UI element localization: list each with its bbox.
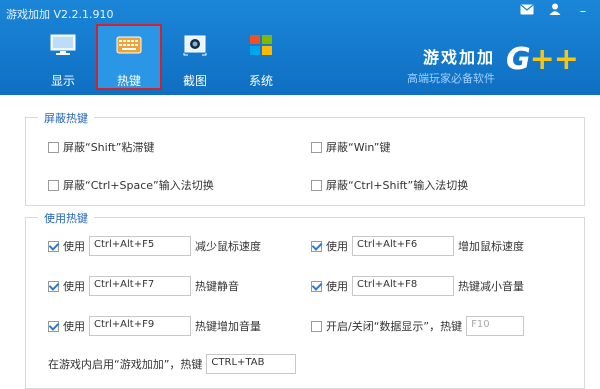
tab-label: 系统 [248, 74, 273, 88]
header-bar: 游戏加加 V2.2.1.910 – 显示 热键 截图 系统 游戏加加 高端玩家必… [0, 0, 600, 95]
logo-letter: G [506, 42, 531, 77]
tab-label: 显示 [50, 74, 75, 88]
use-hotkeys-section: 使用热键 使用 Ctrl+Alt+F5 减少鼠标速度 使用 Ctrl+Alt+F… [25, 210, 585, 389]
data-display-label: 开启/关闭“数据显示”，热键 [326, 320, 463, 333]
hotkey-row-volume-up: 使用 Ctrl+Alt+F9 热键增加音量 [48, 316, 261, 336]
tab-label: 截图 [182, 74, 207, 88]
enable-in-game-label: 在游戏内启用“游戏加加”，热键 [48, 358, 203, 371]
window-controls: – [518, 3, 592, 19]
windows-icon [248, 34, 274, 56]
app-title: 游戏加加 V2.2.1.910 [6, 8, 114, 21]
use-label: 使用 [326, 280, 348, 293]
tab-label: 热键 [116, 74, 141, 88]
hotkey-description: 减少鼠标速度 [195, 240, 261, 253]
section-title: 屏蔽热键 [38, 110, 94, 126]
logo: G++ [506, 42, 579, 77]
minimize-button[interactable]: – [574, 4, 592, 19]
shield-ctrl-space-option[interactable]: 屏蔽“Ctrl+Space”输入法切换 [48, 177, 214, 193]
hotkey-description: 热键静音 [195, 280, 239, 293]
use-label: 使用 [326, 240, 348, 253]
option-label: 屏蔽“Win”键 [326, 141, 391, 154]
hotkey-settings-panel: 屏蔽热键 屏蔽“Shift”粘滞键 屏蔽“Win”键 屏蔽“Ctrl+Space… [0, 95, 600, 389]
data-display-toggle-row: 开启/关闭“数据显示”，热键 F10 [311, 316, 528, 336]
checkbox[interactable] [311, 141, 322, 153]
checkbox[interactable] [311, 280, 322, 292]
user-icon[interactable] [546, 3, 564, 19]
option-label: 屏蔽“Shift”粘滞键 [63, 141, 155, 154]
brand-name: 游戏加加 [422, 48, 495, 67]
option-label: 屏蔽“Ctrl+Shift”输入法切换 [326, 179, 469, 192]
logo-plus: ++ [529, 42, 579, 77]
checkbox[interactable] [311, 179, 322, 191]
hotkey-row-decrease-mouse: 使用 Ctrl+Alt+F5 减少鼠标速度 [48, 236, 261, 256]
enable-in-game-hotkey-input[interactable]: CTRL+TAB [206, 354, 297, 374]
checkbox[interactable] [48, 141, 59, 153]
hotkey-input[interactable]: Ctrl+Alt+F5 [89, 236, 191, 256]
hotkey-input[interactable]: Ctrl+Alt+F6 [352, 236, 454, 256]
section-title: 使用热键 [38, 210, 94, 226]
checkbox[interactable] [48, 179, 59, 191]
option-label: 屏蔽“Ctrl+Space”输入法切换 [63, 179, 214, 192]
brand-slogan: 高端玩家必备软件 [407, 72, 495, 85]
brand-block: 游戏加加 高端玩家必备软件 [395, 44, 495, 86]
data-display-hotkey-input[interactable]: F10 [466, 316, 525, 336]
hotkey-input[interactable]: Ctrl+Alt+F8 [352, 276, 454, 296]
mail-icon[interactable] [518, 4, 536, 19]
use-label: 使用 [63, 280, 85, 293]
enable-in-game-row: 在游戏内启用“游戏加加”，热键 CTRL+TAB [48, 354, 300, 374]
hotkey-input[interactable]: Ctrl+Alt+F9 [89, 316, 191, 336]
use-label: 使用 [63, 320, 85, 333]
monitor-icon [50, 34, 76, 56]
shield-win-option[interactable]: 屏蔽“Win”键 [311, 139, 390, 155]
checkbox[interactable] [311, 240, 322, 252]
tab-hotkeys[interactable]: 热键 [96, 24, 162, 90]
shield-hotkeys-section: 屏蔽热键 屏蔽“Shift”粘滞键 屏蔽“Win”键 屏蔽“Ctrl+Space… [25, 110, 585, 206]
checkbox[interactable] [48, 280, 59, 292]
hotkey-row-volume-down: 使用 Ctrl+Alt+F8 热键减小音量 [311, 276, 524, 296]
checkbox[interactable] [48, 240, 59, 252]
checkbox[interactable] [311, 320, 322, 332]
tab-system[interactable]: 系统 [228, 24, 294, 90]
tab-screenshot[interactable]: 截图 [162, 24, 228, 90]
main-tabs: 显示 热键 截图 系统 [30, 24, 294, 90]
hotkey-row-increase-mouse: 使用 Ctrl+Alt+F6 增加鼠标速度 [311, 236, 524, 256]
keyboard-icon [116, 34, 142, 56]
checkbox[interactable] [48, 320, 59, 332]
hotkey-description: 热键减小音量 [458, 280, 524, 293]
hotkey-description: 热键增加音量 [195, 320, 261, 333]
shield-ctrl-shift-option[interactable]: 屏蔽“Ctrl+Shift”输入法切换 [311, 177, 468, 193]
hotkey-description: 增加鼠标速度 [458, 240, 524, 253]
shield-shift-option[interactable]: 屏蔽“Shift”粘滞键 [48, 139, 154, 155]
use-label: 使用 [63, 240, 85, 253]
hotkey-row-mute: 使用 Ctrl+Alt+F7 热键静音 [48, 276, 239, 296]
tab-display[interactable]: 显示 [30, 24, 96, 90]
camera-icon [182, 34, 208, 56]
hotkey-input[interactable]: Ctrl+Alt+F7 [89, 276, 191, 296]
